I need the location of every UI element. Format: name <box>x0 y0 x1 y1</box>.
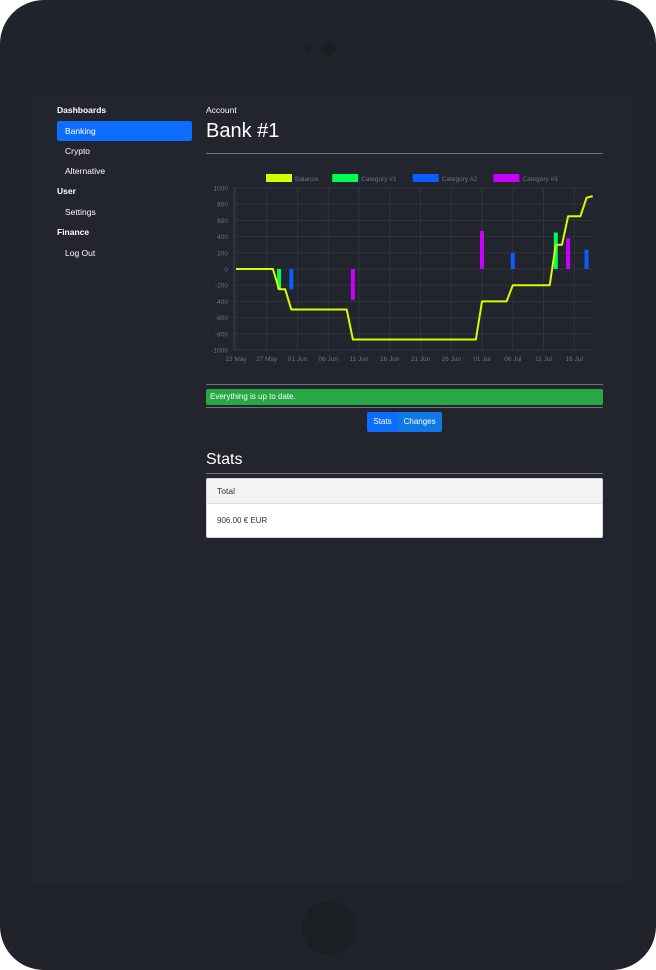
legend-swatch <box>332 174 359 182</box>
y-tick-label: 400 <box>217 234 228 241</box>
sidebar-item-crypto[interactable]: Crypto <box>57 141 192 161</box>
page-eyebrow: Account <box>206 105 237 115</box>
sidebar-item-banking[interactable]: Banking <box>57 121 192 141</box>
bar <box>289 269 294 290</box>
legend-label: Balance <box>295 176 319 183</box>
y-tick-label: -400 <box>215 299 228 306</box>
y-tick-label: 200 <box>217 250 228 257</box>
legend-label: Category #3 <box>522 176 558 183</box>
y-tick-label: 1000 <box>214 186 229 193</box>
divider <box>206 153 603 154</box>
sidebar-heading-dashboards: Dashboards <box>57 105 107 115</box>
chart-svg: Balance Category #1 Category #2 Category #3… <box>211 174 593 363</box>
y-tick-label: -1000 <box>211 348 228 355</box>
total-card-value: 906.00 € EUR <box>217 516 268 525</box>
page-title: Bank #1 <box>206 120 280 142</box>
y-tick-label: -200 <box>215 283 228 290</box>
y-tick-label: 0 <box>224 267 228 274</box>
y-tick-label: 800 <box>217 202 228 209</box>
legend-swatch <box>412 174 439 182</box>
x-tick-label: 06 Jul <box>504 356 522 363</box>
y-tick-label: 600 <box>217 218 228 225</box>
bar <box>584 249 589 269</box>
status-alert: Everything is up to date. <box>206 389 603 405</box>
home-button[interactable] <box>302 901 356 955</box>
tablet-frame: Dashboards Banking Crypto Alternative Us… <box>0 0 656 970</box>
sidebar-group-finance: Finance Log Out <box>57 227 192 263</box>
bar <box>510 252 515 269</box>
screen: Dashboards Banking Crypto Alternative Us… <box>30 91 630 884</box>
x-tick-label: 11 Jun <box>349 356 368 363</box>
main-content: Account Bank #1 Balance Category #1 Catego… <box>206 105 603 538</box>
y-tick-label: -600 <box>215 315 228 322</box>
x-tick-label: 11 Jul <box>535 356 552 363</box>
bar <box>566 238 571 269</box>
sidebar-item-log-out[interactable]: Log Out <box>57 243 192 263</box>
sidebar-item-settings[interactable]: Settings <box>57 202 192 222</box>
total-card: Total 906.00 € EUR <box>206 478 603 538</box>
divider <box>206 407 603 408</box>
x-tick-label: 22 May <box>225 356 247 363</box>
sidebar-item-alternative[interactable]: Alternative <box>57 161 192 181</box>
x-tick-label: 26 Jun <box>441 356 461 363</box>
stats-button[interactable]: Stats <box>367 412 398 432</box>
sidebar-heading-user: User <box>57 186 76 196</box>
x-tick-label: 16 Jun <box>380 356 400 363</box>
sidebar: Dashboards Banking Crypto Alternative Us… <box>57 105 192 268</box>
total-card-header: Total <box>207 479 602 504</box>
bar <box>350 269 355 300</box>
divider <box>206 384 603 385</box>
changes-button[interactable]: Changes <box>397 412 442 432</box>
y-tick-label: -800 <box>215 331 228 338</box>
legend-label: Category #2 <box>442 176 478 183</box>
legend-swatch <box>266 174 292 182</box>
x-tick-label: 27 May <box>256 356 278 363</box>
camera <box>322 42 336 56</box>
x-tick-label: 21 Jun <box>411 356 431 363</box>
x-tick-label: 01 Jun <box>288 356 308 363</box>
x-tick-label: 16 Jul <box>566 356 584 363</box>
sidebar-group-user: User Settings <box>57 186 192 222</box>
divider <box>206 473 603 474</box>
sidebar-heading-finance: Finance <box>57 227 90 237</box>
view-toggle: Stats Changes <box>206 412 603 432</box>
x-tick-label: 06 Jun <box>318 356 338 363</box>
x-tick-label: 01 Jul <box>473 356 491 363</box>
stats-heading: Stats <box>206 451 243 468</box>
legend-label: Category #1 <box>361 176 397 183</box>
bar <box>480 230 484 269</box>
legend-swatch <box>493 174 520 182</box>
balance-chart: Balance Category #1 Category #2 Category #3… <box>206 166 603 381</box>
sidebar-group-dashboards: Dashboards Banking Crypto Alternative <box>57 105 192 181</box>
sensor-dot <box>306 46 312 52</box>
